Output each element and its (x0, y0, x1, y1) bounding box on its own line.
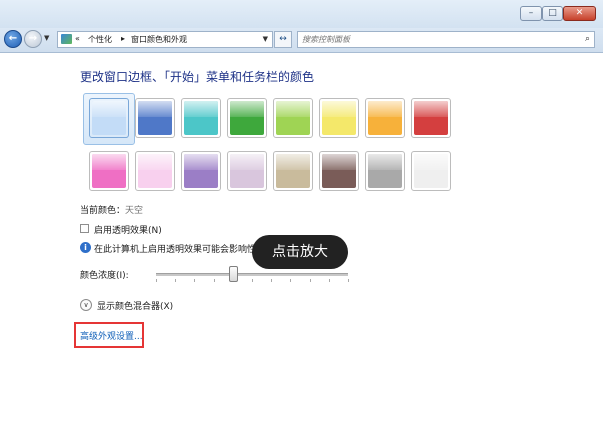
swatch-gloss (322, 154, 356, 170)
swatch-gloss (368, 154, 402, 170)
color-swatch[interactable] (365, 98, 405, 138)
swatch-gloss (92, 154, 126, 170)
address-dropdown-icon[interactable]: ▼ (263, 35, 268, 43)
control-panel-icon (61, 34, 72, 44)
slider-tick (194, 279, 195, 282)
slider-tick (214, 279, 215, 282)
slider-tick (271, 279, 272, 282)
color-swatch[interactable] (319, 151, 359, 191)
swatch-gloss (138, 101, 172, 117)
navigation-bar: ← → ▼ « 个性化 ▸ 窗口颜色和外观 ▼ ↔ ⌕ (0, 28, 603, 53)
slider-tick (290, 279, 291, 282)
search-input[interactable] (302, 33, 562, 46)
color-swatch[interactable] (365, 151, 405, 191)
maximize-button[interactable]: □ (542, 6, 563, 21)
slider-tick (310, 279, 311, 282)
breadcrumb-window-color[interactable]: 窗口颜色和外观 (131, 34, 187, 45)
title-bar: – □ ✕ (0, 0, 603, 28)
swatch-gloss (276, 101, 310, 117)
color-swatch[interactable] (227, 98, 267, 138)
color-swatch[interactable] (181, 98, 221, 138)
color-swatch[interactable] (411, 98, 451, 138)
minimize-button[interactable]: – (520, 6, 542, 21)
swatch-gloss (230, 154, 264, 170)
color-swatch[interactable] (273, 151, 313, 191)
transparency-label[interactable]: 启用透明效果(N) (94, 223, 162, 236)
color-swatch[interactable] (89, 151, 129, 191)
color-swatch[interactable] (411, 151, 451, 191)
swatch-gloss (276, 154, 310, 170)
swatch-gloss (230, 101, 264, 117)
color-swatch[interactable] (319, 98, 359, 138)
breadcrumb-separator-icon: ▸ (121, 34, 126, 43)
page-title: 更改窗口边框、「开始」菜单和任务栏的颜色 (80, 70, 315, 84)
slider-tick (348, 279, 349, 282)
slider-tick (156, 279, 157, 282)
swatch-gloss (92, 101, 126, 117)
zoom-tooltip[interactable]: 点击放大 (252, 235, 348, 269)
forward-button[interactable]: → (24, 30, 42, 48)
color-swatch[interactable] (181, 151, 221, 191)
swatch-gloss (184, 101, 218, 117)
swatch-gloss (414, 154, 448, 170)
color-swatch[interactable] (89, 98, 129, 138)
refresh-button[interactable]: ↔ (274, 31, 292, 48)
swatch-gloss (414, 101, 448, 117)
intensity-slider-thumb[interactable] (229, 266, 238, 282)
swatch-gloss (368, 101, 402, 117)
color-swatch[interactable] (135, 151, 175, 191)
swatch-gloss (322, 101, 356, 117)
advanced-appearance-link[interactable]: 高级外观设置... (80, 329, 143, 342)
current-color-value: 天空 (125, 206, 144, 216)
close-button[interactable]: ✕ (563, 6, 596, 21)
color-swatch[interactable] (273, 98, 313, 138)
swatch-gloss (138, 154, 172, 170)
color-swatch[interactable] (135, 98, 175, 138)
info-icon: i (80, 242, 91, 253)
slider-tick (329, 279, 330, 282)
search-icon[interactable]: ⌕ (585, 34, 590, 44)
breadcrumb-personalization[interactable]: 个性化 (88, 34, 112, 45)
current-color: 当前颜色：天空 (80, 203, 143, 216)
color-swatch[interactable] (227, 151, 267, 191)
breadcrumb-overflow[interactable]: « (75, 34, 80, 43)
slider-tick (175, 279, 176, 282)
search-box[interactable]: ⌕ (297, 31, 595, 48)
intensity-label: 颜色浓度(I): (80, 271, 129, 281)
transparency-checkbox[interactable] (80, 224, 89, 233)
recent-pages-dropdown-icon[interactable]: ▼ (44, 34, 49, 42)
intensity-slider-track[interactable] (156, 273, 348, 276)
back-button[interactable]: ← (4, 30, 22, 48)
chevron-down-icon[interactable]: ∨ (80, 299, 92, 311)
current-color-label: 当前颜色： (80, 206, 126, 216)
swatch-gloss (184, 154, 218, 170)
info-text: 在此计算机上启用透明效果可能会影响性能 (94, 245, 264, 255)
slider-tick (252, 279, 253, 282)
show-color-mixer-toggle[interactable]: 显示颜色混合器(X) (97, 299, 173, 312)
address-box[interactable]: « 个性化 ▸ 窗口颜色和外观 ▼ (57, 31, 273, 48)
